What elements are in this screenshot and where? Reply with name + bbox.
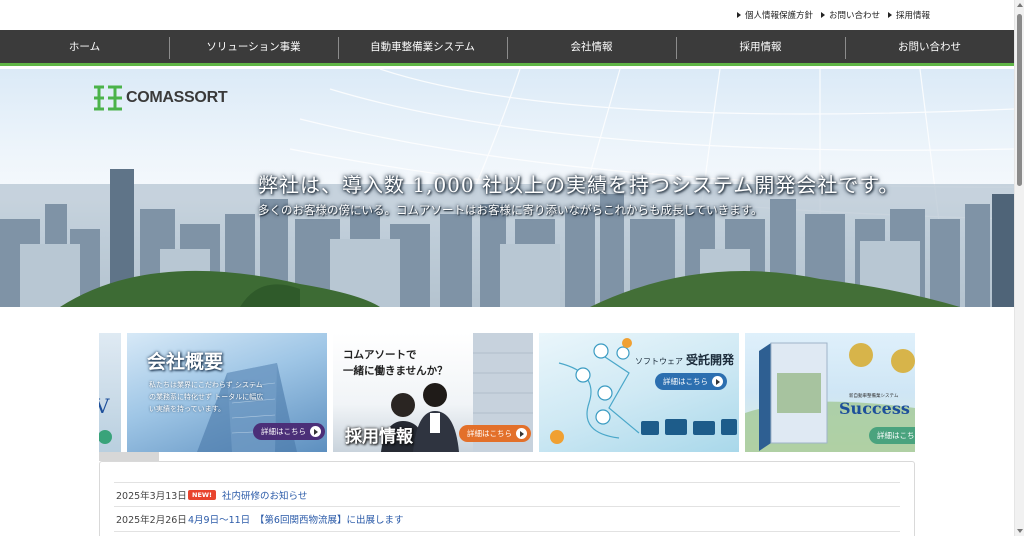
scrollbar-thumb[interactable] (1017, 14, 1022, 186)
banner-success-product[interactable]: 新自動車整備業システム Success 詳細はこちら (745, 333, 915, 452)
development-details-button[interactable]: 詳細はこちら (655, 373, 727, 390)
news-item[interactable]: 2025年3月13日 NEW! 社内研修のお知らせ (114, 482, 900, 507)
arrow-right-icon (310, 426, 321, 437)
banner-company-overview[interactable]: 会社概要 私たちは業界にこだわらず システムの業務系に特化せず トータルに幅広い… (127, 333, 327, 452)
recruit-banner-title: 採用情報 (345, 427, 413, 447)
banner-carousel: V 会社概要 私たちは業界にこだわらず システムの業務系に特化せず トータルに幅… (99, 333, 915, 452)
scroll-up-icon[interactable] (1017, 3, 1023, 7)
triangle-right-icon (820, 12, 825, 18)
product-banner-title: Success (839, 399, 910, 418)
news-title-link[interactable]: 4月9日～11日 【第6回関西物流展】に出展します (188, 512, 403, 526)
news-title-link[interactable]: 社内研修のお知らせ (222, 488, 307, 502)
arrow-right-icon (516, 428, 527, 439)
nav-solutions[interactable]: ソリューション事業 (169, 30, 338, 63)
nav-recruit[interactable]: 採用情報 (676, 30, 845, 63)
hero-subtitle: 多くのお客様の傍にいる。コムアソートはお客様に寄り添いながらこれからも成長してい… (258, 203, 763, 217)
banner-recruit[interactable]: コムアソートで 一緒に働きませんか？ 採用情報 詳細はこちら (333, 333, 533, 452)
news-date: 2025年2月26日 (116, 515, 187, 526)
logo-text: COMASSORT (126, 89, 228, 106)
company-banner-text: 私たちは業界にこだわらず システムの業務系に特化せず トータルに幅広い実績を持っ… (149, 381, 264, 413)
page: 個人情報保護方針 お問い合わせ 採用情報 ホーム ソリューション事業 自動車整備… (0, 0, 1024, 536)
utility-bar: 個人情報保護方針 お問い合わせ 採用情報 (0, 0, 1014, 30)
recruit-details-button[interactable]: 詳細はこちら (459, 425, 531, 442)
banner-partial-left[interactable]: V (99, 333, 121, 452)
nav-contact[interactable]: お問い合わせ (845, 30, 1014, 63)
development-banner-title: ソフトウェア 受託開発 (635, 353, 735, 367)
partial-banner-graphic: V (99, 394, 112, 444)
logo[interactable]: COMASSORT (92, 83, 228, 113)
nav-company[interactable]: 会社情報 (507, 30, 676, 63)
product-details-button[interactable]: 詳細はこちら (869, 427, 915, 444)
carousel-indicator[interactable] (99, 452, 159, 461)
hero-title: 弊社は、導入数 1,000 社以上の実績を持つシステム開発会社です。 (258, 173, 900, 197)
news-panel: 2025年3月13日 NEW! 社内研修のお知らせ 2025年2月26日 4月9… (99, 461, 915, 536)
banner-contract-development[interactable]: ソフトウェア 受託開発 詳細はこちら (539, 333, 739, 452)
nav-auto-maintenance-system[interactable]: 自動車整備業システム (338, 30, 507, 63)
new-badge: NEW! (188, 489, 217, 500)
privacy-policy-link[interactable]: 個人情報保護方針 (736, 9, 813, 21)
recruit-link[interactable]: 採用情報 (887, 9, 930, 21)
page-scrollbar[interactable] (1014, 0, 1024, 536)
nav-home[interactable]: ホーム (0, 30, 169, 63)
news-item[interactable]: 2025年2月26日 4月9日～11日 【第6回関西物流展】に出展します (114, 507, 900, 532)
company-banner-title: 会社概要 (147, 351, 224, 373)
news-date: 2025年3月13日 (116, 490, 187, 502)
svg-text:V: V (99, 394, 110, 418)
triangle-right-icon (736, 12, 741, 18)
arrow-right-icon (712, 376, 723, 387)
triangle-right-icon (887, 12, 892, 18)
main-nav: ホーム ソリューション事業 自動車整備業システム 会社情報 採用情報 お問い合わ… (0, 30, 1014, 66)
contact-link[interactable]: お問い合わせ (820, 9, 880, 21)
recruit-banner-text: コムアソートで 一緒に働きませんか？ (343, 349, 448, 377)
company-details-button[interactable]: 詳細はこちら (253, 423, 325, 440)
hero-banner: COMASSORT 弊社は、導入数 1,000 社以上の実績を持つシステム開発会… (0, 69, 1014, 307)
scroll-down-icon[interactable] (1017, 529, 1023, 533)
comassort-logo-mark-icon (94, 85, 122, 111)
